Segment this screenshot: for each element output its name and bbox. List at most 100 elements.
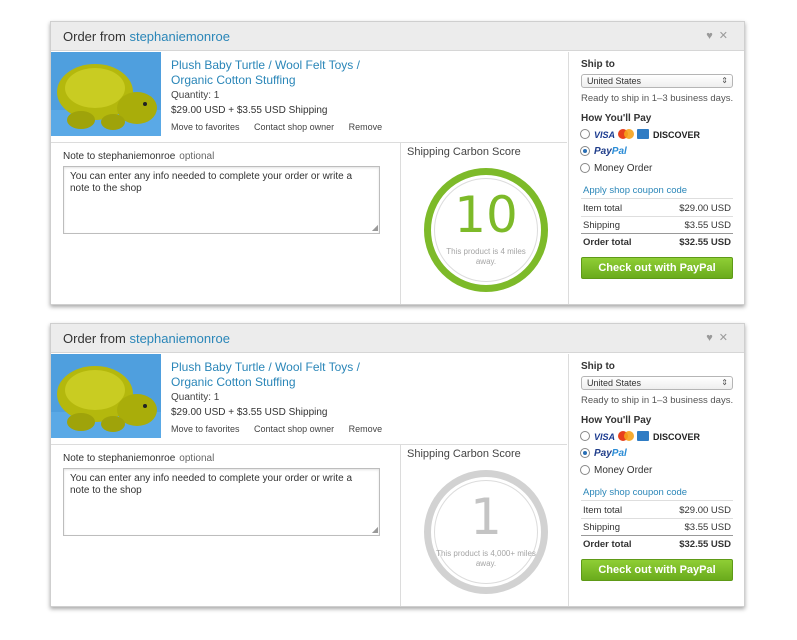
product-title-link[interactable]: Plush Baby Turtle / Wool Felt Toys / Org… [171,360,381,390]
visa-icon: VISA [594,130,616,140]
ship-country-value: United States [587,378,642,388]
ship-country-select[interactable]: United States ⇕ [581,74,733,88]
order-title: Order from stephaniemonroe [63,331,230,346]
carbon-score-value: 1 [470,488,502,546]
money-order-label: Money Order [594,465,653,476]
ship-to-label: Ship to [581,59,615,70]
select-arrows-icon: ⇕ [721,378,728,387]
item-total-value: $29.00 USD [679,203,731,214]
shipping-value: $3.55 USD [684,522,731,533]
order-total-value: $32.55 USD [679,237,731,248]
mastercard-icon [618,129,635,139]
price-text: $29.00 USD + $3.55 USD Shipping [171,105,328,116]
checkout-paypal-button[interactable]: Check out with PayPal [581,559,733,581]
paypal-logo-icon: PayPal [594,448,627,459]
paypal-radio[interactable] [580,146,590,156]
item-total-row: Item total $29.00 USD [583,203,731,214]
shipping-row: Shipping $3.55 USD [583,220,731,231]
discover-icon: DISCOVER [653,130,701,140]
move-to-favorites-link[interactable]: Move to favorites [171,424,240,434]
divider [581,535,733,536]
item-actions: Move to favorites Contact shop owner Rem… [171,122,394,132]
select-arrows-icon: ⇕ [721,76,728,85]
note-section: Note to stephaniemonroe optional You can … [51,445,400,606]
carbon-distance-text: This product is 4,000+ miles away. [436,549,536,568]
product-title-link[interactable]: Plush Baby Turtle / Wool Felt Toys / Org… [171,58,381,88]
note-textarea[interactable]: You can enter any info needed to complet… [63,166,380,234]
coupon-link[interactable]: Apply shop coupon code [583,185,687,196]
discover-icon: DISCOVER [653,432,701,442]
note-label-text: Note to stephaniemonroe [63,453,176,464]
card-radio[interactable] [580,431,590,441]
shipping-row: Shipping $3.55 USD [583,522,731,533]
money-order-radio[interactable] [580,163,590,173]
visa-icon: VISA [594,432,616,442]
heart-icon[interactable]: ♥ [706,332,719,344]
ship-country-value: United States [587,76,642,86]
item-total-label: Item total [583,505,623,516]
contact-shop-owner-link[interactable]: Contact shop owner [254,424,334,434]
optional-label: optional [179,151,215,162]
remove-link[interactable]: Remove [349,122,383,132]
remove-link[interactable]: Remove [349,424,383,434]
resize-handle-icon[interactable]: ◢ [372,224,378,232]
carbon-score-ring: 10 This product is 4 miles away. [424,168,548,292]
note-textarea[interactable]: You can enter any info needed to complet… [63,468,380,536]
paypal-radio[interactable] [580,448,590,458]
payment-panel: Ship to United States ⇕ Ready to ship in… [568,52,744,304]
shop-name-link[interactable]: stephaniemonroe [129,331,229,346]
item-total-value: $29.00 USD [679,505,731,516]
shipping-label: Shipping [583,220,620,231]
paypal-logo-pay: Pay [594,146,612,157]
header-icons: ♥✕ [706,29,734,42]
card-logos: VISA DISCOVER [594,129,700,140]
carbon-score-value: 10 [454,186,518,244]
money-order-radio[interactable] [580,465,590,475]
close-icon[interactable]: ✕ [719,332,734,344]
shipping-label: Shipping [583,522,620,533]
carbon-score-title: Shipping Carbon Score [407,146,521,158]
carbon-score-inner: 1 This product is 4,000+ miles away. [434,480,538,584]
price-text: $29.00 USD + $3.55 USD Shipping [171,407,328,418]
note-label-text: Note to stephaniemonroe [63,151,176,162]
item-total-label: Item total [583,203,623,214]
ready-to-ship-text: Ready to ship in 1–3 business days. [581,395,734,406]
shipping-value: $3.55 USD [684,220,731,231]
item-total-row: Item total $29.00 USD [583,505,731,516]
card-radio[interactable] [580,129,590,139]
close-icon[interactable]: ✕ [719,30,734,42]
how-youll-pay-label: How You'll Pay [581,415,652,426]
order-total-value: $32.55 USD [679,539,731,550]
heart-icon[interactable]: ♥ [706,30,719,42]
order-header: Order from stephaniemonroe ♥✕ [51,324,744,353]
carbon-score-title: Shipping Carbon Score [407,448,521,460]
product-image[interactable] [51,52,161,136]
order-card: Order from stephaniemonroe ♥✕ Plush Baby… [50,323,745,607]
ship-country-select[interactable]: United States ⇕ [581,376,733,390]
order-total-label: Order total [583,237,632,248]
resize-handle-icon[interactable]: ◢ [372,526,378,534]
contact-shop-owner-link[interactable]: Contact shop owner [254,122,334,132]
carbon-distance-text: This product is 4 miles away. [446,247,526,266]
header-icons: ♥✕ [706,331,734,344]
coupon-link[interactable]: Apply shop coupon code [583,487,687,498]
optional-label: optional [179,453,215,464]
payment-panel: Ship to United States ⇕ Ready to ship in… [568,354,744,606]
order-total-row: Order total $32.55 USD [583,237,731,248]
order-total-row: Order total $32.55 USD [583,539,731,550]
mastercard-icon [618,431,635,441]
move-to-favorites-link[interactable]: Move to favorites [171,122,240,132]
note-section: Note to stephaniemonroe optional You can … [51,143,400,304]
shop-name-link[interactable]: stephaniemonroe [129,29,229,44]
ship-to-label: Ship to [581,361,615,372]
divider [581,216,733,217]
product-image[interactable] [51,354,161,438]
amex-icon [637,431,650,441]
quantity-text: Quantity: 1 [171,90,220,101]
checkout-paypal-button[interactable]: Check out with PayPal [581,257,733,279]
divider [581,233,733,234]
divider [581,518,733,519]
order-title: Order from stephaniemonroe [63,29,230,44]
order-from-label: Order from [63,29,126,44]
order-from-label: Order from [63,331,126,346]
